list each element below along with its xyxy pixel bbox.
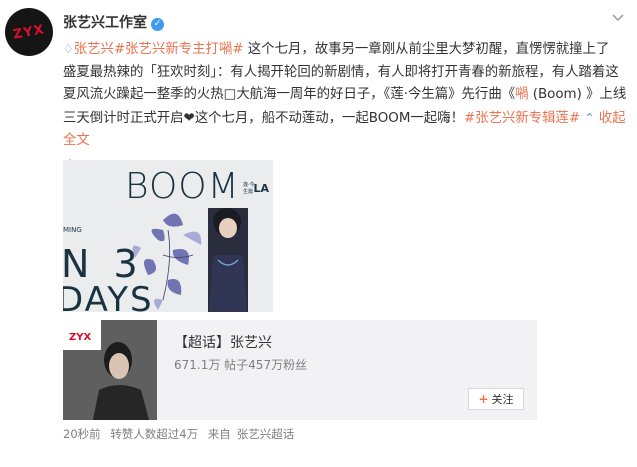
post-text: ♢张艺兴#张艺兴新专主打𡁜# 这个七月，故事另一章刚从前尘里大梦初醒，直愣愣就撞… [63,38,629,175]
username-text[interactable]: 张艺兴工作室 [63,15,147,31]
topic-title[interactable]: 【超话】张艺兴 [174,332,272,352]
song-link[interactable]: 𡁜 [515,87,528,102]
avatar-logo: ZYX [12,21,46,43]
topic-stats: 671.1万 帖子457万粉丝 [174,358,308,372]
post-line-1: ♢张艺兴#张艺兴新专主打𡁜# 这个七月，故事另一章刚从前尘里大梦初醒，直愣愣就撞… [63,38,629,62]
follow-button[interactable]: + 关注 [468,388,524,410]
post-time[interactable]: 20秒前 [63,427,101,441]
super-topic-card[interactable]: ZYX 【超话】张艺兴 671.1万 帖子457万粉丝 + 关注 [63,320,537,420]
hashtag-link[interactable]: 张艺兴 [74,42,114,57]
countdown-days: DAYS [63,280,154,312]
post-line-4: 三天倒计时正式开启❤这个七月，船不动莲动，一起BOOM一起嗨！#张艺兴新专辑莲#… [63,110,626,149]
media-coming-text: MING [63,226,82,234]
chevron-up-icon: ⌃ [584,110,595,125]
post-line-2: 盛夏最热辣的「狂欢时刻」：有人揭开轮回的新剧情，有人即将打开青春的新旅程，有人踏… [63,64,619,80]
plus-icon: + [478,392,489,406]
post-image[interactable]: BOOM LA MING N 3 DAYS 莲·今生篇 [63,160,273,312]
repost-count: 转赞人数超过4万 [110,427,199,441]
username[interactable]: 张艺兴工作室 ✓ [63,12,164,32]
hashtag-link[interactable]: #张艺兴新专辑莲# [464,111,580,126]
svg-text:ZYX: ZYX [69,332,91,343]
media-title: BOOM [125,166,240,207]
verified-icon: ✓ [151,18,164,31]
weibo-post-card: ZYX 张艺兴工作室 ✓ ♢张艺兴#张艺兴新专主打𡁜# 这个七月，故事另一章刚从前… [0,0,637,467]
media-small-text: 莲·今生篇 [243,182,255,195]
post-meta: 20秒前 转赞人数超过4万 来自 张艺兴超话 [63,426,300,442]
hashtag-link[interactable]: #张艺兴新专主打𡁜# [114,42,244,57]
follow-label: 关注 [491,393,514,406]
avatar[interactable]: ZYX [5,8,53,56]
post-text-segment: 这个七月，故事另一章刚从前尘里大梦初醒，直愣愣就撞上了 [247,42,610,57]
super-topic-icon: ♢ [63,42,74,56]
chevron-down-icon[interactable] [609,12,627,26]
post-line-3: 夏风流火躁起一整季的火热□大航海一周年的好日子，《莲·今生篇》先行曲《𡁜 (Bo… [63,87,627,102]
source-prefix: 来自 [207,427,231,441]
source-link[interactable]: 张艺兴超话 [237,427,295,441]
topic-thumbnail: ZYX [63,320,157,420]
